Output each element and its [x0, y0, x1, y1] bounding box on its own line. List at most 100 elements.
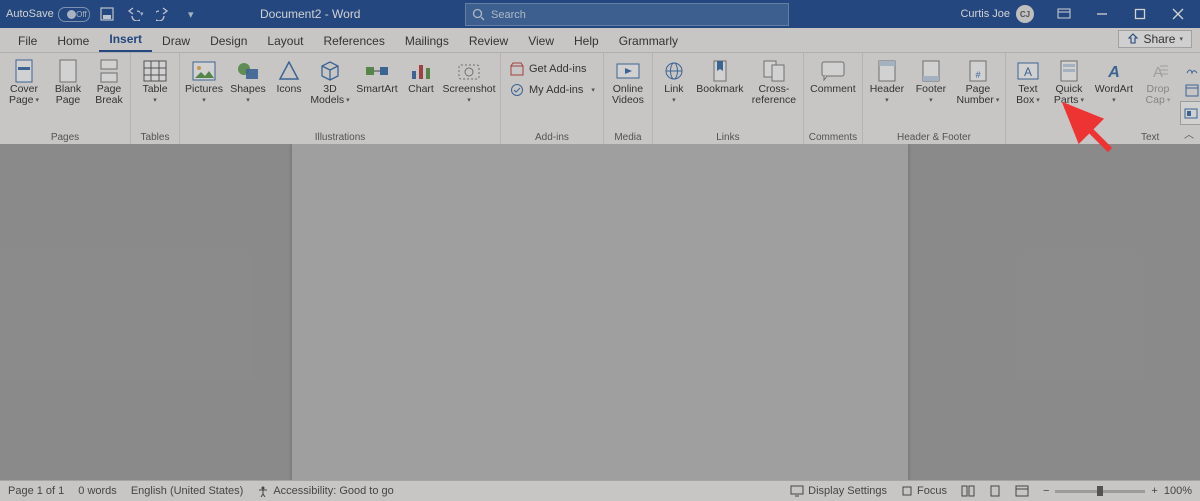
account-button[interactable]: Curtis Joe CJ: [960, 5, 1034, 23]
drop-cap-button[interactable]: ADropCap▾: [1140, 57, 1176, 106]
avatar-icon: CJ: [1016, 5, 1034, 23]
bookmark-button[interactable]: Bookmark: [695, 57, 745, 106]
smartart-button[interactable]: SmartArt: [354, 57, 400, 106]
zoom-level[interactable]: 100%: [1164, 485, 1192, 497]
collapse-ribbon-icon[interactable]: ︿: [1184, 126, 1194, 141]
comment-button[interactable]: Comment: [808, 57, 858, 106]
group-label: Illustrations: [184, 130, 496, 145]
wordart-button[interactable]: AWordArt▾: [1092, 57, 1136, 106]
object-button[interactable]: Object ▾: [1180, 101, 1200, 125]
link-button[interactable]: Link▾: [657, 57, 691, 106]
tab-references[interactable]: References: [313, 30, 394, 52]
tab-grammarly[interactable]: Grammarly: [609, 30, 688, 52]
zoom-slider[interactable]: − + 100%: [1043, 485, 1192, 497]
tab-review[interactable]: Review: [459, 30, 518, 52]
group-label: Media: [608, 130, 648, 145]
icons-button[interactable]: Icons: [272, 57, 306, 106]
tab-view[interactable]: View: [518, 30, 564, 52]
wordart-icon: A: [1101, 59, 1127, 83]
word-count[interactable]: 0 words: [78, 485, 117, 497]
group-label: Add-ins: [505, 130, 599, 145]
icons-icon: [276, 59, 302, 83]
display-settings-button[interactable]: Display Settings: [790, 485, 887, 497]
screenshot-button[interactable]: Screenshot▾: [442, 57, 496, 106]
save-icon[interactable]: [96, 3, 118, 25]
search-icon: [472, 8, 485, 21]
table-icon: [142, 59, 168, 83]
page-break-button[interactable]: PageBreak: [92, 57, 126, 106]
tab-help[interactable]: Help: [564, 30, 609, 52]
get-addins-button[interactable]: Get Add-ins: [505, 59, 599, 79]
title-bar: AutoSave Off ▾ ▾ Document2 - Word Search…: [0, 0, 1200, 28]
group-label: Links: [657, 130, 799, 145]
bookmark-icon: [707, 59, 733, 83]
page-number-button[interactable]: #PageNumber▾: [955, 57, 1001, 106]
blank-page-button[interactable]: BlankPage: [48, 57, 88, 106]
tab-insert[interactable]: Insert: [99, 28, 152, 52]
shapes-button[interactable]: Shapes▾: [228, 57, 268, 106]
smartart-icon: [364, 59, 390, 83]
page[interactable]: [292, 144, 908, 481]
group-label: Pages: [4, 130, 126, 145]
monitor-icon: [790, 485, 804, 497]
undo-icon[interactable]: ▾: [124, 3, 146, 25]
group-label: Comments: [808, 130, 858, 145]
my-addins-button[interactable]: My Add-ins▾: [505, 80, 599, 100]
header-button[interactable]: Header▾: [867, 57, 907, 106]
user-name: Curtis Joe: [960, 8, 1010, 20]
zoom-in-icon[interactable]: +: [1151, 485, 1157, 497]
search-placeholder: Search: [491, 9, 526, 21]
page-number-icon: #: [965, 59, 991, 83]
screenshot-icon: [456, 59, 482, 83]
tab-draw[interactable]: Draw: [152, 30, 200, 52]
language-button[interactable]: English (United States): [131, 485, 244, 497]
autosave-toggle[interactable]: AutoSave Off: [6, 7, 90, 22]
video-icon: [615, 59, 641, 83]
search-input[interactable]: Search: [465, 3, 789, 26]
status-bar: Page 1 of 1 0 words English (United Stat…: [0, 480, 1200, 501]
tab-home[interactable]: Home: [47, 30, 99, 52]
accessibility-button[interactable]: Accessibility: Good to go: [257, 485, 393, 497]
tab-file[interactable]: File: [8, 30, 47, 52]
pictures-button[interactable]: Pictures▾: [184, 57, 224, 106]
close-icon[interactable]: [1162, 0, 1194, 28]
tab-mailings[interactable]: Mailings: [395, 30, 459, 52]
page-indicator[interactable]: Page 1 of 1: [8, 485, 64, 497]
footer-button[interactable]: Footer▾: [911, 57, 951, 106]
qat-customize-icon[interactable]: ▾: [180, 3, 202, 25]
cross-reference-button[interactable]: Cross-reference: [749, 57, 799, 106]
online-videos-button[interactable]: OnlineVideos: [608, 57, 648, 106]
quick-parts-button[interactable]: QuickParts▾: [1050, 57, 1088, 106]
group-pages: CoverPage▾ BlankPage PageBreak Pages: [0, 53, 131, 145]
share-button[interactable]: Share▾: [1118, 30, 1192, 48]
group-text: ATextBox▾ QuickParts▾ AWordArt▾ ADropCap…: [1006, 53, 1200, 145]
document-area[interactable]: [0, 144, 1200, 481]
tab-layout[interactable]: Layout: [257, 30, 313, 52]
group-header-footer: Header▾ Footer▾ #PageNumber▾ Header & Fo…: [863, 53, 1006, 145]
print-layout-icon[interactable]: [989, 485, 1001, 497]
date-time-button[interactable]: Date & Time: [1180, 80, 1200, 100]
minimize-icon[interactable]: [1086, 0, 1118, 28]
focus-button[interactable]: Focus: [901, 485, 947, 497]
chart-icon: [408, 59, 434, 83]
page-break-icon: [96, 59, 122, 83]
svg-text:A: A: [1024, 65, 1032, 79]
tab-design[interactable]: Design: [200, 30, 257, 52]
signature-line-button[interactable]: Signature Line▾: [1180, 59, 1200, 79]
read-mode-icon[interactable]: [961, 485, 975, 497]
link-icon: [661, 59, 687, 83]
ribbon-display-icon[interactable]: [1048, 0, 1080, 28]
zoom-out-icon[interactable]: −: [1043, 485, 1049, 497]
group-links: Link▾ Bookmark Cross-reference Links: [653, 53, 804, 145]
web-layout-icon[interactable]: [1015, 485, 1029, 497]
share-icon: [1127, 33, 1139, 45]
chart-button[interactable]: Chart: [404, 57, 438, 106]
svg-text:A: A: [1153, 64, 1163, 81]
cover-page-button[interactable]: CoverPage▾: [4, 57, 44, 106]
3d-models-button[interactable]: 3DModels▾: [310, 57, 350, 106]
maximize-icon[interactable]: [1124, 0, 1156, 28]
table-button[interactable]: Table▾: [135, 57, 175, 106]
text-box-button[interactable]: ATextBox▾: [1010, 57, 1046, 106]
group-label: Header & Footer: [867, 130, 1001, 145]
redo-icon[interactable]: [152, 3, 174, 25]
